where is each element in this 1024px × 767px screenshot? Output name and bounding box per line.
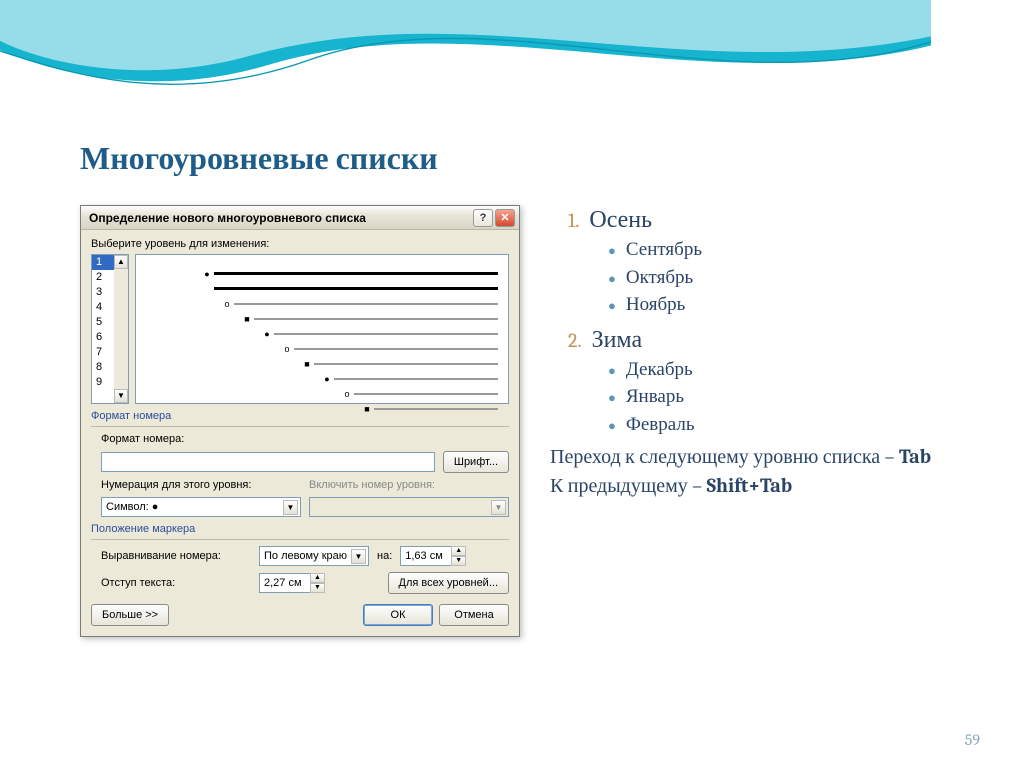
spin-up-icon[interactable]: ▲ <box>451 546 466 556</box>
list-subitem: Февраль <box>608 411 964 439</box>
page-number: 59 <box>965 731 980 749</box>
list-preview: ● o ■ ● o ■ ● o ■ <box>135 254 509 404</box>
list-subitem: Октябрь <box>608 264 964 292</box>
cancel-button[interactable]: Отмена <box>439 604 509 626</box>
scroll-down-icon[interactable]: ▼ <box>114 389 128 403</box>
list-item: 2.Зима Декабрь Январь Февраль <box>568 325 964 439</box>
spin-down-icon[interactable]: ▼ <box>310 583 325 593</box>
level-item[interactable]: 6 <box>92 330 116 345</box>
text-indent-spinner[interactable]: ▲ ▼ <box>259 573 325 593</box>
select-level-label: Выберите уровень для изменения: <box>91 238 509 250</box>
level-item[interactable]: 8 <box>92 360 116 375</box>
position-section-label: Положение маркера <box>91 523 509 535</box>
numbering-type-label: Нумерация для этого уровня: <box>101 479 301 491</box>
level-scrollbar[interactable]: ▲ ▼ <box>114 255 128 403</box>
aligned-at-input[interactable] <box>400 546 452 566</box>
level-item[interactable]: 4 <box>92 300 116 315</box>
level-item[interactable]: 2 <box>92 270 116 285</box>
level-item[interactable]: 7 <box>92 345 116 360</box>
list-item: 1.Осень Сентябрь Октябрь Ноябрь <box>568 205 964 319</box>
chevron-down-icon: ▼ <box>351 549 366 564</box>
separator <box>91 426 509 427</box>
multilevel-list-dialog: Определение нового многоуровневого списк… <box>80 205 520 637</box>
dialog-title: Определение нового многоуровневого списк… <box>89 211 471 225</box>
list-subitem: Декабрь <box>608 356 964 384</box>
text-indent-input[interactable] <box>259 573 311 593</box>
alignment-label: Выравнивание номера: <box>101 550 251 562</box>
aligned-at-spinner[interactable]: ▲ ▼ <box>400 546 466 566</box>
list-subitem: Сентябрь <box>608 236 964 264</box>
level-item[interactable]: 9 <box>92 375 116 390</box>
alignment-select[interactable]: По левому краю ▼ <box>259 546 369 566</box>
separator <box>91 539 509 540</box>
ok-button[interactable]: ОК <box>363 604 433 626</box>
close-button[interactable]: ✕ <box>495 209 515 227</box>
chevron-down-icon: ▼ <box>491 500 506 515</box>
include-level-label: Включить номер уровня: <box>309 479 509 491</box>
example-list: 1.Осень Сентябрь Октябрь Ноябрь 2.Зима Д… <box>550 205 964 498</box>
list-subitem: Ноябрь <box>608 291 964 319</box>
note-next-level: Переход к следующему уровню списка – Tab <box>550 444 964 469</box>
include-level-select: ▼ <box>309 497 509 517</box>
more-button[interactable]: Больше >> <box>91 604 169 626</box>
list-subitem: Январь <box>608 383 964 411</box>
font-button[interactable]: Шрифт... <box>443 451 509 473</box>
help-button[interactable]: ? <box>473 209 493 227</box>
numbering-type-select[interactable]: Символ: ● ▼ <box>101 497 301 517</box>
note-prev-level: К предыдущему – Shift+Tab <box>550 473 964 498</box>
level-item[interactable]: 5 <box>92 315 116 330</box>
at-label: на: <box>377 550 392 562</box>
level-item[interactable]: 1 <box>92 255 116 270</box>
text-indent-label: Отступ текста: <box>101 577 251 589</box>
spin-up-icon[interactable]: ▲ <box>310 573 325 583</box>
level-listbox[interactable]: 1 2 3 4 5 6 7 8 9 ▲ ▼ <box>91 254 129 404</box>
spin-down-icon[interactable]: ▼ <box>451 556 466 566</box>
dialog-titlebar[interactable]: Определение нового многоуровневого списк… <box>81 206 519 230</box>
all-levels-button[interactable]: Для всех уровней... <box>388 572 510 594</box>
scroll-up-icon[interactable]: ▲ <box>114 255 128 269</box>
slide-title: Многоуровневые списки <box>80 140 964 177</box>
number-format-input[interactable] <box>101 452 435 472</box>
level-item[interactable]: 3 <box>92 285 116 300</box>
number-format-label: Формат номера: <box>101 433 251 445</box>
chevron-down-icon: ▼ <box>283 500 298 515</box>
